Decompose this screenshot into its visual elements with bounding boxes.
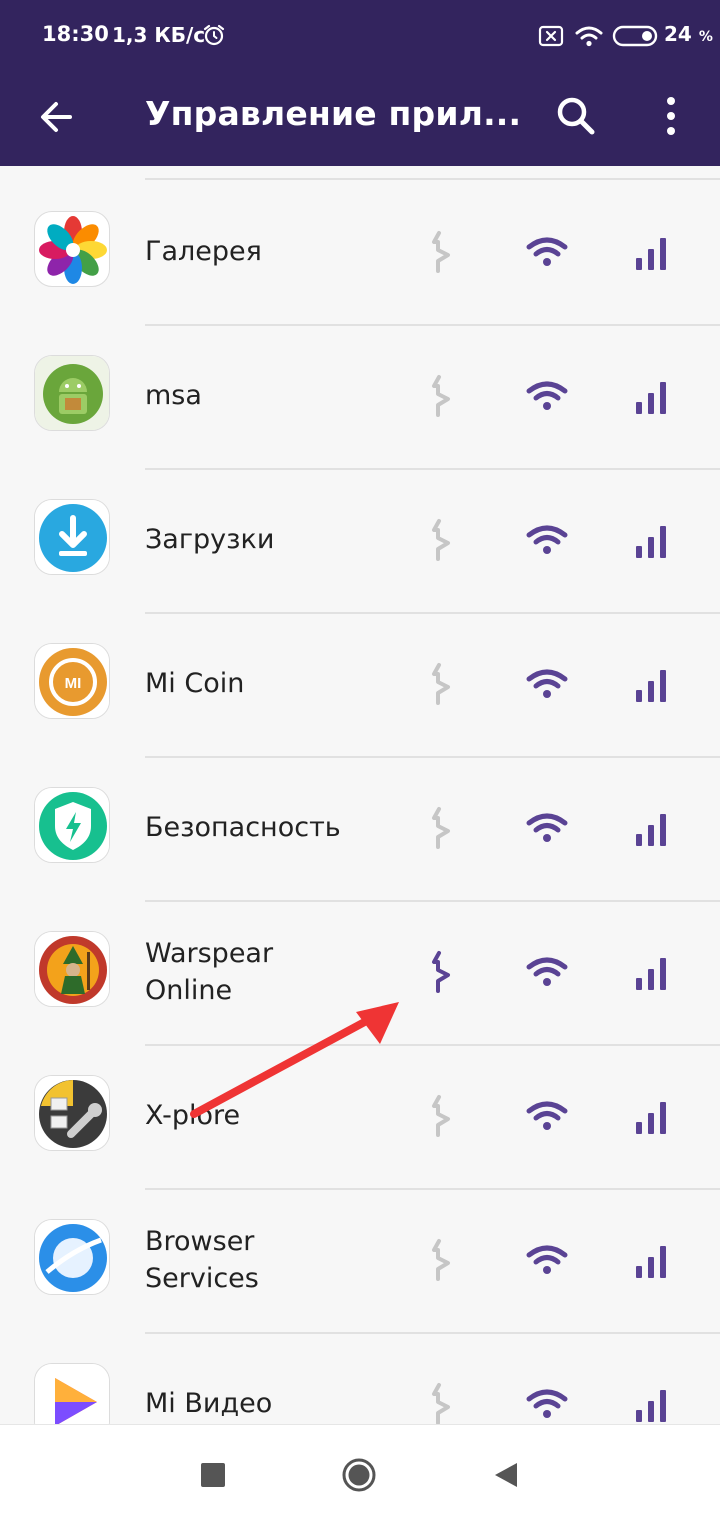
alarm-icon [203,24,225,46]
mi-coin-icon: MI [34,643,110,719]
gallery-flower-icon [34,211,110,287]
wifi-access-toggle-icon[interactable] [517,366,577,426]
svg-text:MI: MI [65,675,82,692]
navigation-bar [0,1424,720,1521]
app-row[interactable]: Загрузки [0,468,720,612]
wifi-access-toggle-icon[interactable] [517,1374,577,1424]
wifi-access-toggle-icon[interactable] [517,798,577,858]
back-arrow-icon[interactable] [30,90,84,144]
background-data-toggle-icon[interactable] [413,1374,473,1424]
app-name-label: Browser Services [145,1226,259,1294]
security-shield-icon [34,787,110,863]
back-triangle-icon[interactable] [487,1455,527,1495]
mobile-data-toggle-icon[interactable] [622,654,682,714]
download-icon [34,499,110,575]
app-name-label: Mi Видео [145,1388,273,1419]
background-data-toggle-icon[interactable] [413,366,473,426]
app-row[interactable]: msa [0,324,720,468]
background-data-toggle-icon[interactable] [413,654,473,714]
android-robot-icon [34,355,110,431]
mobile-data-toggle-icon[interactable] [622,798,682,858]
status-network-speed: 1,3 КБ/с [112,23,206,47]
background-data-toggle-icon[interactable] [413,1230,473,1290]
wifi-status-icon [575,26,603,47]
browser-planet-icon [34,1219,110,1295]
wifi-access-toggle-icon[interactable] [517,222,577,282]
app-name-label: Warspear Online [145,938,274,1006]
search-icon[interactable] [548,88,604,144]
wifi-access-toggle-icon[interactable] [517,1086,577,1146]
home-circle-icon[interactable] [339,1455,379,1495]
app-row[interactable]: Галерея [0,180,720,324]
mobile-data-toggle-icon[interactable] [622,1230,682,1290]
mobile-data-toggle-icon[interactable] [622,1374,682,1424]
recents-square-icon[interactable] [193,1455,233,1495]
warspear-wizard-icon [34,931,110,1007]
mobile-data-toggle-icon[interactable] [622,942,682,1002]
app-name-label: Mi Coin [145,668,245,699]
app-name-label: Галерея [145,236,262,267]
app-name-label: Загрузки [145,524,275,555]
background-data-toggle-icon[interactable] [413,222,473,282]
wifi-access-toggle-icon[interactable] [517,1230,577,1290]
battery-icon [612,25,658,47]
xplore-wrench-icon [34,1075,110,1151]
app-row[interactable]: Browser Services [0,1188,720,1332]
wifi-access-toggle-icon[interactable] [517,510,577,570]
mobile-data-toggle-icon[interactable] [622,1086,682,1146]
status-time: 18:30 [42,22,109,46]
mi-video-play-icon [34,1363,110,1424]
mobile-data-toggle-icon[interactable] [622,222,682,282]
sim-blocked-icon [538,25,564,47]
background-data-toggle-icon[interactable] [413,1086,473,1146]
background-data-toggle-icon[interactable] [413,942,473,1002]
app-name-label: X-plore [145,1100,241,1131]
app-list[interactable]: Галерея msa Загрузки MI Mi Coin Безопасность W… [0,166,720,1424]
background-data-toggle-icon[interactable] [413,798,473,858]
app-name-label: Безопасность [145,812,341,843]
app-row[interactable]: Mi Видео [0,1332,720,1424]
app-name-label: msa [145,380,202,411]
wifi-access-toggle-icon[interactable] [517,942,577,1002]
app-row[interactable]: X-plore [0,1044,720,1188]
battery-level: 24 % [664,22,713,46]
more-vert-icon[interactable] [646,88,696,144]
app-row[interactable]: MI Mi Coin [0,612,720,756]
background-data-toggle-icon[interactable] [413,510,473,570]
page-title: Управление прил... [145,94,522,133]
mobile-data-toggle-icon[interactable] [622,510,682,570]
app-row[interactable]: Безопасность [0,756,720,900]
wifi-access-toggle-icon[interactable] [517,654,577,714]
status-bar: 18:30 1,3 КБ/с 24 % [0,0,720,70]
app-row[interactable]: Warspear Online [0,900,720,1044]
mobile-data-toggle-icon[interactable] [622,366,682,426]
app-toolbar: Управление прил... [0,70,720,166]
